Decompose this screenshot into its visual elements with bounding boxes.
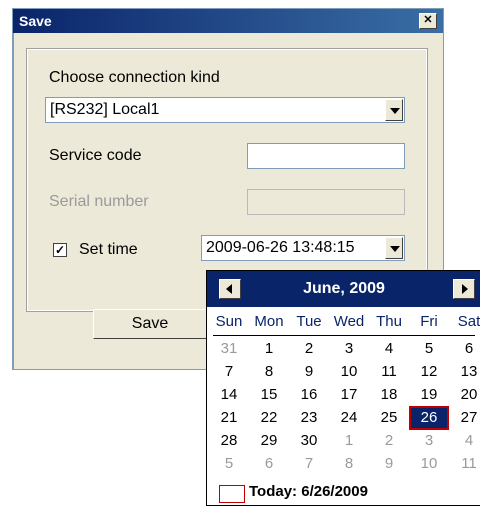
calendar-day[interactable]: 8 [251, 362, 287, 382]
calendar-day[interactable]: 22 [251, 408, 287, 428]
calendar-day[interactable]: 21 [211, 408, 247, 428]
calendar-day[interactable]: 17 [331, 385, 367, 405]
calendar-day[interactable]: 28 [211, 431, 247, 451]
calendar-day[interactable]: 15 [251, 385, 287, 405]
prev-month-button[interactable] [219, 279, 241, 299]
calendar-day[interactable]: 3 [411, 431, 447, 451]
weekday-label: Fri [420, 313, 438, 330]
calendar-day[interactable]: 24 [331, 408, 367, 428]
calendar-day[interactable]: 13 [451, 362, 480, 382]
calendar-day[interactable]: 7 [291, 454, 327, 474]
chevron-down-icon [390, 246, 400, 252]
calendar-day[interactable]: 7 [211, 362, 247, 382]
calendar-day[interactable]: 26 [409, 406, 449, 430]
calendar-day[interactable]: 3 [331, 339, 367, 359]
calendar-day[interactable]: 18 [371, 385, 407, 405]
weekday-label: Wed [333, 313, 365, 330]
chevron-down-icon [390, 108, 400, 114]
serial-number-field [247, 189, 405, 215]
calendar-day[interactable]: 4 [371, 339, 407, 359]
next-month-button[interactable] [453, 279, 475, 299]
chevron-right-icon [462, 284, 468, 294]
set-time-value: 2009-06-26 13:48:15 [206, 239, 355, 256]
calendar-day[interactable]: 10 [331, 362, 367, 382]
calendar-day[interactable]: 9 [291, 362, 327, 382]
service-code-label: Service code [49, 147, 142, 164]
calendar-day-grid: 31 1 2 3 4 5 6 7 8 9 10 11 12 13 14 15 16 17 18 19 20 21 22 23 2… [207, 339, 480, 477]
calendar-day[interactable]: 23 [291, 408, 327, 428]
calendar-day[interactable]: 10 [411, 454, 447, 474]
calendar-day[interactable]: 19 [411, 385, 447, 405]
connection-kind-select[interactable]: [RS232] Local1 [45, 97, 405, 123]
calendar-day[interactable]: 25 [371, 408, 407, 428]
calendar-day[interactable]: 6 [251, 454, 287, 474]
weekday-label: Thu [376, 313, 402, 330]
weekday-label: Tue [296, 313, 322, 330]
connection-kind-label: Choose connection kind [49, 69, 220, 86]
calendar-day[interactable]: 1 [331, 431, 367, 451]
title-bar: Save ✕ [13, 9, 443, 33]
service-code-field[interactable] [247, 143, 405, 169]
checkmark-icon: ✓ [54, 243, 66, 257]
weekday-label: Mon [254, 313, 284, 330]
weekday-header: Sun Mon Tue Wed Thu Fri Sat [207, 313, 480, 335]
calendar-day[interactable]: 2 [371, 431, 407, 451]
save-button[interactable]: Save [93, 309, 207, 339]
chevron-left-icon [226, 284, 232, 294]
calendar-day[interactable]: 30 [291, 431, 327, 451]
weekday-label: Sun [215, 313, 243, 330]
calendar-day[interactable]: 14 [211, 385, 247, 405]
today-link[interactable]: Today: 6/26/2009 [249, 483, 368, 500]
connection-kind-value: [RS232] Local1 [50, 101, 160, 118]
calendar-day[interactable]: 1 [251, 339, 287, 359]
serial-number-label: Serial number [49, 193, 149, 210]
calendar-day[interactable]: 8 [331, 454, 367, 474]
calendar-day[interactable]: 11 [371, 362, 407, 382]
calendar-day[interactable]: 4 [451, 431, 480, 451]
calendar-day[interactable]: 11 [451, 454, 480, 474]
window-title: Save [19, 13, 52, 29]
set-time-label: Set time [79, 241, 138, 258]
calendar-day[interactable]: 29 [251, 431, 287, 451]
weekday-label: Sat [457, 313, 480, 330]
weekday-divider [213, 335, 475, 336]
calendar-day[interactable]: 27 [451, 408, 480, 428]
connection-kind-dropdown-button[interactable] [385, 99, 403, 121]
set-time-checkbox[interactable]: ✓ [53, 243, 67, 257]
close-icon: ✕ [423, 14, 433, 26]
close-button[interactable]: ✕ [419, 13, 437, 29]
calendar-day[interactable]: 6 [451, 339, 480, 359]
calendar-day[interactable]: 12 [411, 362, 447, 382]
date-picker-calendar: June, 2009 Sun Mon Tue Wed Thu Fri Sat 3… [206, 270, 480, 506]
set-time-datetime-field[interactable]: 2009-06-26 13:48:15 [201, 235, 405, 261]
calendar-day[interactable]: 2 [291, 339, 327, 359]
set-time-dropdown-button[interactable] [385, 237, 403, 259]
calendar-day[interactable]: 5 [211, 454, 247, 474]
calendar-day[interactable]: 31 [211, 339, 247, 359]
calendar-month-title: June, 2009 [303, 280, 385, 297]
today-marker [219, 485, 245, 503]
calendar-day[interactable]: 5 [411, 339, 447, 359]
calendar-day[interactable]: 20 [451, 385, 480, 405]
calendar-day[interactable]: 16 [291, 385, 327, 405]
calendar-day[interactable]: 9 [371, 454, 407, 474]
